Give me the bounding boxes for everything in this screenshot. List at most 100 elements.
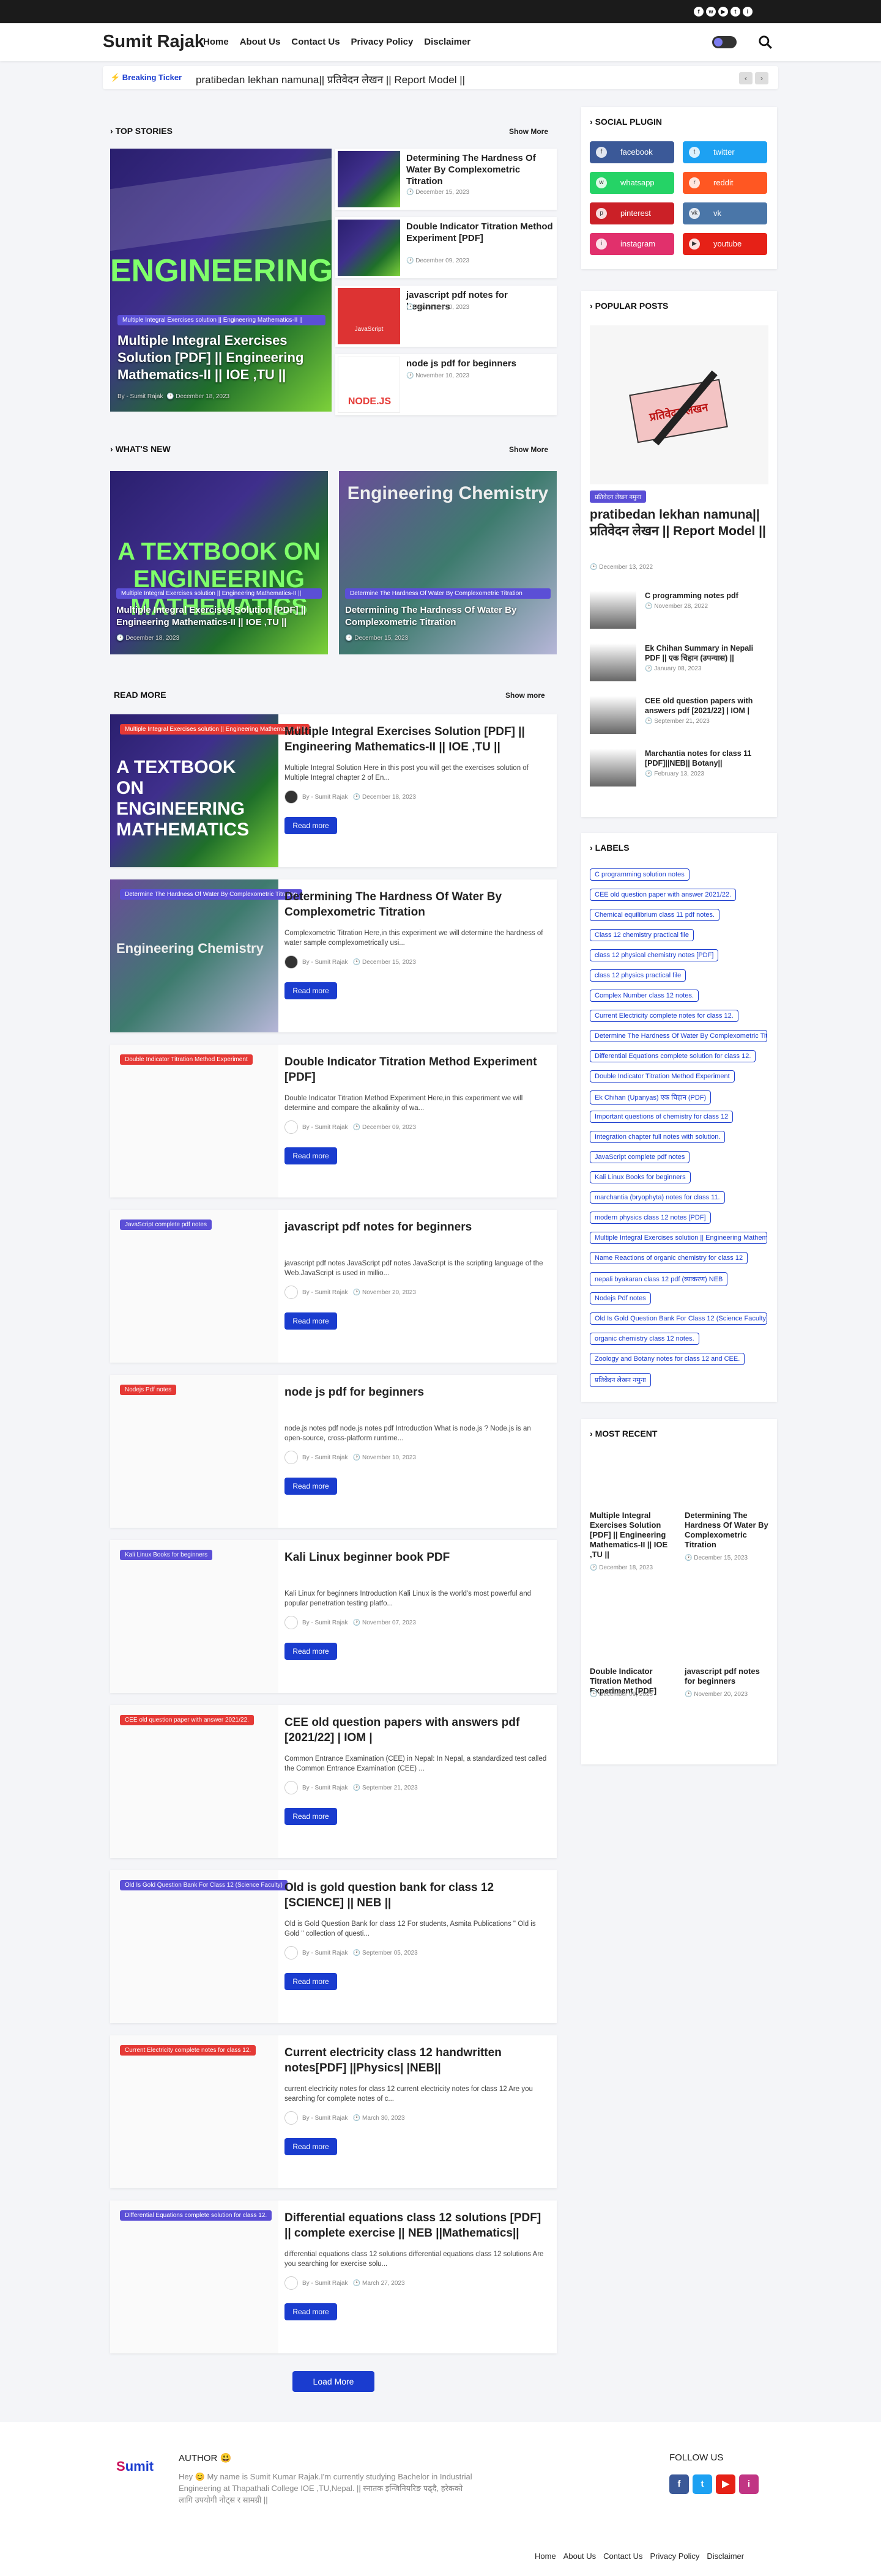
label-tag[interactable]: JavaScript complete pdf notes <box>590 1151 690 1163</box>
footer-nav-privacy[interactable]: Privacy Policy <box>650 2552 699 2561</box>
label-tag[interactable]: Chemical equilibrium class 11 pdf notes. <box>590 909 720 921</box>
post-tag[interactable]: Kali Linux Books for beginners <box>120 1550 213 1560</box>
nav-contact[interactable]: Contact Us <box>291 37 340 47</box>
whats-new-tag[interactable]: Determine The Hardness Of Water By Compl… <box>345 588 551 599</box>
post-title[interactable]: Old is gold question bank for class 12 [… <box>284 1880 548 1911</box>
post-card[interactable]: CEE old question paper with answer 2021/… <box>110 1705 557 1858</box>
popular-item-title[interactable]: CEE old question papers with answers pdf… <box>645 696 767 716</box>
recent-item-title[interactable]: Multiple Integral Exercises Solution [PD… <box>590 1511 674 1560</box>
top-story-item[interactable]: Determining The Hardness Of Water By Com… <box>335 149 557 210</box>
follow-twitter-icon[interactable]: t <box>693 2474 712 2494</box>
post-tag[interactable]: Differential Equations complete solution… <box>120 2210 272 2221</box>
post-tag[interactable]: Determine The Hardness Of Water By Compl… <box>120 889 302 900</box>
post-card[interactable]: Double Indicator Titration Method Experi… <box>110 1045 557 1197</box>
post-thumb[interactable] <box>110 1705 278 1858</box>
post-tag[interactable]: Multiple Integral Exercises solution || … <box>120 724 310 735</box>
top-story-title[interactable]: Determining The Hardness Of Water By Com… <box>406 152 553 187</box>
popular-item-title[interactable]: Ek Chihan Summary in Nepali PDF || एक चि… <box>645 643 767 663</box>
read-more-button[interactable]: Read more <box>284 982 337 999</box>
post-title[interactable]: Multiple Integral Exercises Solution [PD… <box>284 724 548 755</box>
whats-new-item[interactable]: A TEXTBOOK ON ENGINEERING MATHEMATICS Mul… <box>110 471 328 654</box>
social-twitter-button[interactable]: t twitter <box>683 141 767 163</box>
post-tag[interactable]: Current Electricity complete notes for c… <box>120 2045 256 2056</box>
read-more-button[interactable]: Read more <box>284 1808 337 1825</box>
post-title[interactable]: Differential equations class 12 solution… <box>284 2210 548 2241</box>
social-whatsapp-button[interactable]: w whatsapp <box>590 172 674 194</box>
read-more-button[interactable]: Read more <box>284 1973 337 1990</box>
post-thumb[interactable]: A TEXTBOOK ON ENGINEERING MATHEMATICS <box>110 714 278 867</box>
whats-new-tag[interactable]: Multiple Integral Exercises solution || … <box>116 588 322 599</box>
post-title[interactable]: Current electricity class 12 handwritten… <box>284 2045 548 2076</box>
popular-item-thumb[interactable] <box>590 591 636 629</box>
top-story-title[interactable]: node js pdf for beginners <box>406 358 553 369</box>
instagram-icon[interactable]: i <box>743 7 753 17</box>
post-title[interactable]: node js pdf for beginners <box>284 1385 548 1400</box>
popular-main-tag[interactable]: प्रतिवेदन लेखन नमुना <box>590 490 647 503</box>
post-thumb[interactable] <box>110 1210 278 1363</box>
facebook-icon[interactable]: f <box>694 7 704 17</box>
load-more-button[interactable]: Load More <box>292 2371 374 2392</box>
post-title[interactable]: Kali Linux beginner book PDF <box>284 1550 548 1565</box>
popular-item-thumb[interactable] <box>590 696 636 734</box>
post-tag[interactable]: Nodejs Pdf notes <box>120 1385 177 1395</box>
follow-facebook-icon[interactable]: f <box>669 2474 689 2494</box>
post-thumb[interactable] <box>110 1375 278 1528</box>
label-tag[interactable]: Complex Number class 12 notes. <box>590 990 699 1002</box>
top-story-item[interactable]: NODE.JS node js pdf for beginners 🕑 Novemb… <box>335 354 557 415</box>
social-pinterest-button[interactable]: p pinterest <box>590 202 674 224</box>
label-tag[interactable]: Class 12 chemistry practical file <box>590 929 694 941</box>
label-tag[interactable]: class 12 physical chemistry notes [PDF] <box>590 949 719 961</box>
recent-item-thumb[interactable] <box>590 1605 674 1660</box>
label-tag[interactable]: modern physics class 12 notes [PDF] <box>590 1212 711 1224</box>
whats-new-item[interactable]: Engineering Chemistry Determine The Hardn… <box>339 471 557 654</box>
label-tag[interactable]: CEE old question paper with answer 2021/… <box>590 889 737 901</box>
top-story-thumb[interactable]: NODE.JS <box>338 357 400 413</box>
label-tag[interactable]: marchantia (bryophyta) notes for class 1… <box>590 1191 725 1204</box>
social-vk-button[interactable]: vk vk <box>683 202 767 224</box>
post-thumb[interactable]: Engineering Chemistry <box>110 879 278 1032</box>
read-more-button[interactable]: Read more <box>284 1643 337 1660</box>
label-tag[interactable]: Integration chapter full notes with solu… <box>590 1131 726 1143</box>
popular-item-title[interactable]: Marchantia notes for class 11 [PDF]||NEB… <box>645 749 767 768</box>
follow-instagram-icon[interactable]: i <box>739 2474 759 2494</box>
ticker-next-button[interactable]: › <box>755 72 768 84</box>
post-card[interactable]: Kali Linux Books for beginners Kali Linux… <box>110 1540 557 1693</box>
social-facebook-button[interactable]: f facebook <box>590 141 674 163</box>
label-tag[interactable]: Differential Equations complete solution… <box>590 1050 756 1062</box>
recent-item-title[interactable]: javascript pdf notes for beginners <box>685 1667 769 1686</box>
popular-main-thumb[interactable]: प्रतिवेदन लेखन <box>590 325 768 484</box>
popular-main-title[interactable]: pratibedan lekhan namuna|| प्रतिवेदन लेख… <box>590 506 768 539</box>
label-tag[interactable]: Multiple Integral Exercises solution || … <box>590 1232 767 1244</box>
popular-item-thumb[interactable] <box>590 643 636 681</box>
social-reddit-button[interactable]: r reddit <box>683 172 767 194</box>
read-more-button[interactable]: Read more <box>284 1312 337 1330</box>
popular-item-thumb[interactable] <box>590 749 636 786</box>
read-more-button[interactable]: Read more <box>284 1478 337 1495</box>
post-card[interactable]: Current Electricity complete notes for c… <box>110 2035 557 2188</box>
label-tag[interactable]: organic chemistry class 12 notes. <box>590 1333 699 1345</box>
label-tag[interactable]: Ek Chihan (Upanyas) एक चिहान (PDF) <box>590 1090 712 1105</box>
search-icon[interactable] <box>757 34 773 50</box>
post-title[interactable]: javascript pdf notes for beginners <box>284 1220 548 1235</box>
label-tag[interactable]: class 12 physics practical file <box>590 969 686 982</box>
post-card[interactable]: A TEXTBOOK ON ENGINEERING MATHEMATICS Mul… <box>110 714 557 867</box>
whats-new-title[interactable]: Determining The Hardness Of Water By Com… <box>345 604 551 629</box>
post-tag[interactable]: CEE old question paper with answer 2021/… <box>120 1715 254 1725</box>
recent-item-thumb[interactable] <box>685 1605 769 1660</box>
dark-mode-toggle[interactable] <box>712 36 737 48</box>
feature-tag[interactable]: Multiple Integral Exercises solution || … <box>117 315 325 325</box>
post-tag[interactable]: Old Is Gold Question Bank For Class 12 (… <box>120 1880 288 1890</box>
nav-privacy[interactable]: Privacy Policy <box>351 37 414 47</box>
footer-nav-home[interactable]: Home <box>535 2552 556 2561</box>
footer-nav-about[interactable]: About Us <box>563 2552 596 2561</box>
post-thumb[interactable] <box>110 1870 278 2023</box>
post-thumb[interactable] <box>110 2200 278 2353</box>
top-stories-show-more[interactable]: Show More <box>509 127 548 136</box>
social-instagram-button[interactable]: i instagram <box>590 233 674 255</box>
twitter-icon[interactable]: t <box>730 7 740 17</box>
read-more-button[interactable]: Read more <box>284 1147 337 1164</box>
nav-home[interactable]: Home <box>203 37 229 47</box>
post-title[interactable]: CEE old question papers with answers pdf… <box>284 1715 548 1745</box>
nav-disclaimer[interactable]: Disclaimer <box>424 37 470 47</box>
label-tag[interactable]: Nodejs Pdf notes <box>590 1292 651 1305</box>
